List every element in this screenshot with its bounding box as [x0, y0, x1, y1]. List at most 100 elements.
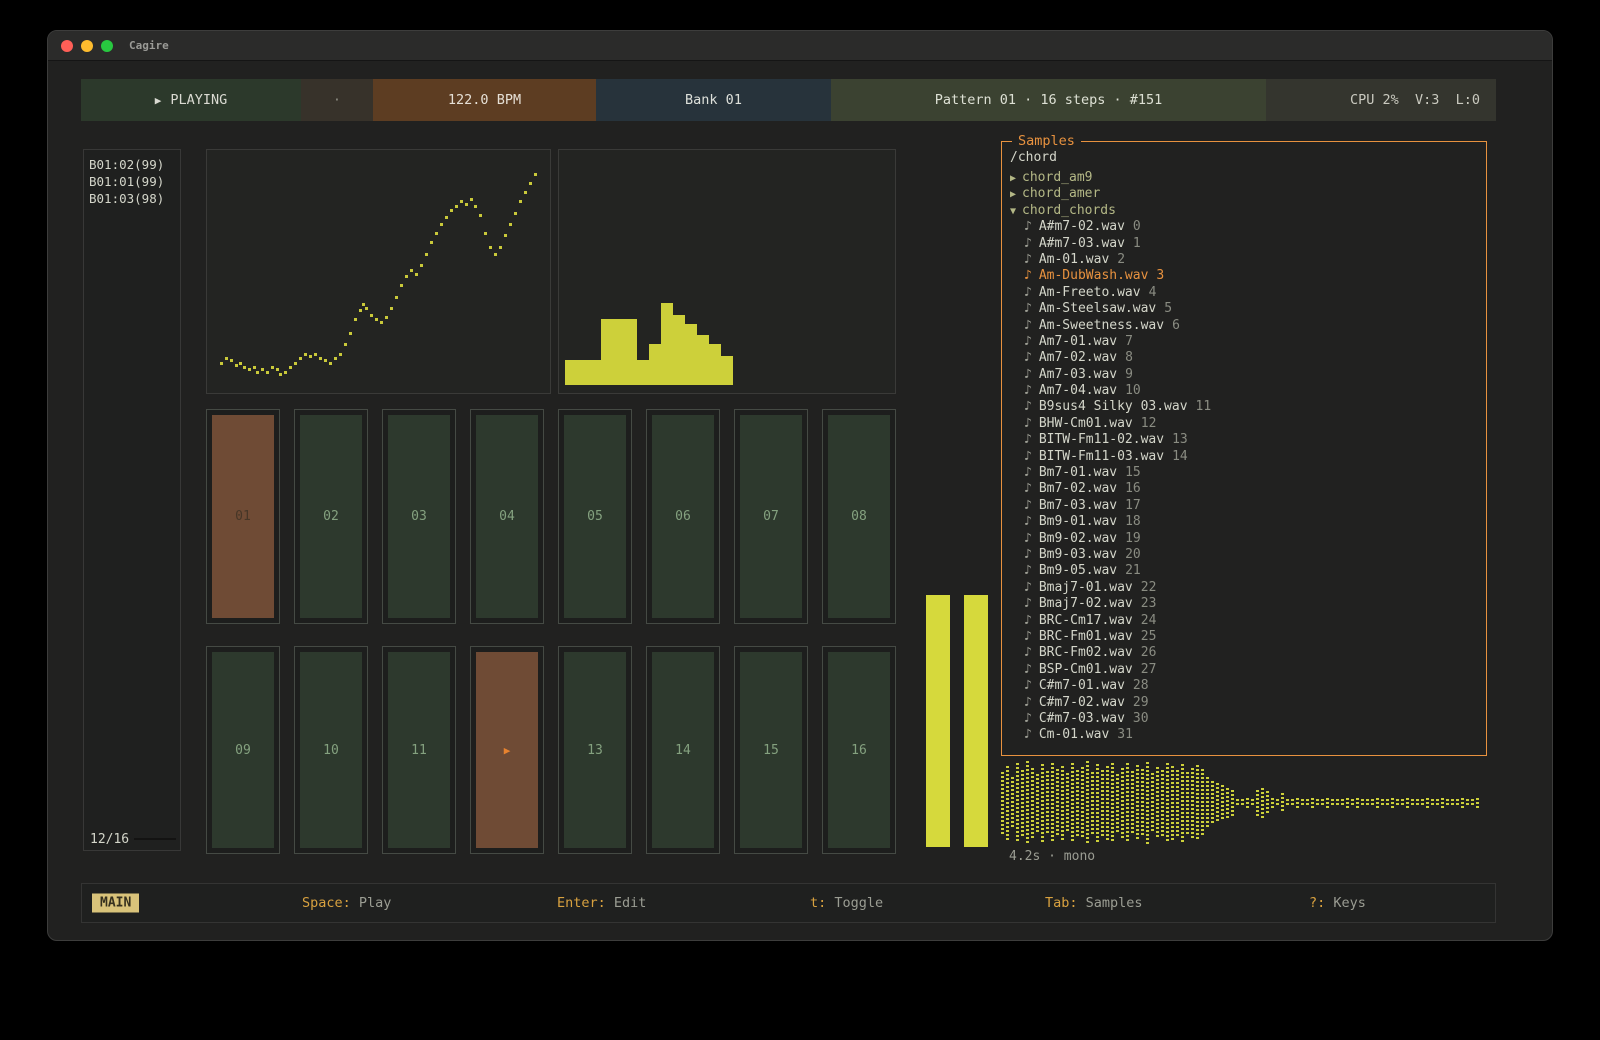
pad-04[interactable]: 04: [470, 409, 544, 624]
waveform-column: [1076, 770, 1079, 835]
sample-row[interactable]: ♪Am7-02.wav8: [1002, 350, 1486, 366]
pad-06[interactable]: 06: [646, 409, 720, 624]
scatter-point: [339, 353, 342, 356]
waveform-column: [1196, 765, 1199, 841]
folder-row[interactable]: ▼chord_chords: [1002, 203, 1486, 219]
pad-08[interactable]: 08: [822, 409, 896, 624]
histogram-bar: [601, 319, 613, 385]
waveform-column: [1031, 768, 1034, 838]
sample-row[interactable]: ♪BRC-Cm17.wav24: [1002, 613, 1486, 629]
titlebar[interactable]: Cagire: [48, 31, 1552, 61]
zoom-button[interactable]: [101, 40, 113, 52]
sample-row[interactable]: ♪Bm7-02.wav16: [1002, 481, 1486, 497]
folder-row[interactable]: ▶chord_amer: [1002, 186, 1486, 202]
sample-row[interactable]: ♪BRC-Fm02.wav26: [1002, 645, 1486, 661]
scatter-point: [304, 353, 307, 356]
waveform-column: [1311, 798, 1314, 808]
sample-row[interactable]: ♪BRC-Fm01.wav25: [1002, 629, 1486, 645]
pad-15[interactable]: 15: [734, 646, 808, 854]
minimize-button[interactable]: [81, 40, 93, 52]
music-note-icon: ♪: [1024, 285, 1032, 300]
sample-row[interactable]: ♪Bm7-03.wav17: [1002, 498, 1486, 514]
pitch-curve-chart: [206, 149, 551, 394]
pad-12[interactable]: ▶: [470, 646, 544, 854]
close-button[interactable]: [61, 40, 73, 52]
sample-row[interactable]: ♪Am7-01.wav7: [1002, 334, 1486, 350]
music-note-icon: ♪: [1024, 318, 1032, 333]
pad-09[interactable]: 09: [206, 646, 280, 854]
hotkey-item-2: Enter: Edit: [557, 895, 646, 911]
scatter-point: [470, 198, 473, 201]
music-note-icon: ♪: [1024, 481, 1032, 496]
waveform-column: [1346, 798, 1349, 808]
sample-row[interactable]: ♪Am7-04.wav10: [1002, 383, 1486, 399]
pad-03[interactable]: 03: [382, 409, 456, 624]
sample-row[interactable]: ♪Am-Sweetness.wav6: [1002, 318, 1486, 334]
sample-row[interactable]: ♪BITW-Fm11-02.wav13: [1002, 432, 1486, 448]
sample-row[interactable]: ♪Bm9-02.wav19: [1002, 531, 1486, 547]
item-name: BITW-Fm11-02.wav: [1039, 432, 1164, 447]
waveform-column: [1091, 772, 1094, 834]
pad-13[interactable]: 13: [558, 646, 632, 854]
sample-row[interactable]: ♪BITW-Fm11-03.wav14: [1002, 449, 1486, 465]
sample-row[interactable]: ♪Am7-03.wav9: [1002, 367, 1486, 383]
waveform-column: [1446, 799, 1449, 807]
scatter-point: [405, 275, 408, 278]
sample-row[interactable]: ♪Bm9-01.wav18: [1002, 514, 1486, 530]
sample-row[interactable]: ♪Bmaj7-02.wav23: [1002, 596, 1486, 612]
scatter-point: [359, 309, 362, 312]
pad-02[interactable]: 02: [294, 409, 368, 624]
sample-index: 15: [1125, 465, 1141, 480]
scatter-point: [509, 223, 512, 226]
sample-row[interactable]: ♪Bmaj7-01.wav22: [1002, 580, 1486, 596]
sample-row[interactable]: ♪Am-Freeto.wav4: [1002, 285, 1486, 301]
app-window: Cagire ▶ PLAYING · 122.0 BPM Bank 01 Pat…: [47, 30, 1553, 941]
item-name: Am-01.wav: [1039, 252, 1109, 267]
folder-row[interactable]: ▶chord_am9: [1002, 170, 1486, 186]
sample-index: 5: [1164, 301, 1172, 316]
music-note-icon: ♪: [1024, 301, 1032, 316]
waveform-column: [1001, 772, 1004, 834]
sample-row[interactable]: ♪C#m7-01.wav28: [1002, 678, 1486, 694]
histogram-bar: [661, 303, 673, 385]
music-note-icon: ♪: [1024, 547, 1032, 562]
waveform-column: [1206, 777, 1209, 830]
sample-row[interactable]: ♪A#m7-03.wav1: [1002, 236, 1486, 252]
sample-row[interactable]: ♪Am-01.wav2: [1002, 252, 1486, 268]
sample-row[interactable]: ♪Bm9-03.wav20: [1002, 547, 1486, 563]
music-note-icon: ♪: [1024, 236, 1032, 251]
pad-11[interactable]: 11: [382, 646, 456, 854]
sample-row[interactable]: ♪Am-DubWash.wav3: [1002, 268, 1486, 284]
music-note-icon: ♪: [1024, 334, 1032, 349]
hotkey-item-1: Space: Play: [302, 895, 391, 911]
pad-14[interactable]: 14: [646, 646, 720, 854]
trigger-log-panel: B01:02(99)B01:01(99)B01:03(98) 12/16: [83, 149, 181, 851]
sample-row[interactable]: ♪Cm-01.wav31: [1002, 727, 1486, 743]
histogram-bar: [697, 335, 709, 385]
scatter-point: [334, 357, 337, 360]
waveform-column: [1056, 769, 1059, 838]
sample-row[interactable]: ♪Bm9-05.wav21: [1002, 563, 1486, 579]
sample-row[interactable]: ♪BSP-Cm01.wav27: [1002, 662, 1486, 678]
pad-05[interactable]: 05: [558, 409, 632, 624]
sample-index: 10: [1125, 383, 1141, 398]
pad-01[interactable]: 01: [206, 409, 280, 624]
pad-16[interactable]: 16: [822, 646, 896, 854]
scatter-point: [370, 314, 373, 317]
music-note-icon: ♪: [1024, 449, 1032, 464]
sample-row[interactable]: ♪B9sus4 Silky 03.wav11: [1002, 399, 1486, 415]
scatter-point: [271, 366, 274, 369]
sample-row[interactable]: ♪BHW-Cm01.wav12: [1002, 416, 1486, 432]
sample-row[interactable]: ♪Am-Steelsaw.wav5: [1002, 301, 1486, 317]
sample-row[interactable]: ♪C#m7-02.wav29: [1002, 695, 1486, 711]
sample-row[interactable]: ♪A#m7-02.wav0: [1002, 219, 1486, 235]
scatter-point: [329, 362, 332, 365]
music-note-icon: ♪: [1024, 416, 1032, 431]
waveform-column: [1166, 763, 1169, 842]
sample-row[interactable]: ♪Bm7-01.wav15: [1002, 465, 1486, 481]
pad-07[interactable]: 07: [734, 409, 808, 624]
music-note-icon: ♪: [1024, 498, 1032, 513]
pad-label: 14: [652, 652, 714, 848]
sample-row[interactable]: ♪C#m7-03.wav30: [1002, 711, 1486, 727]
pad-10[interactable]: 10: [294, 646, 368, 854]
